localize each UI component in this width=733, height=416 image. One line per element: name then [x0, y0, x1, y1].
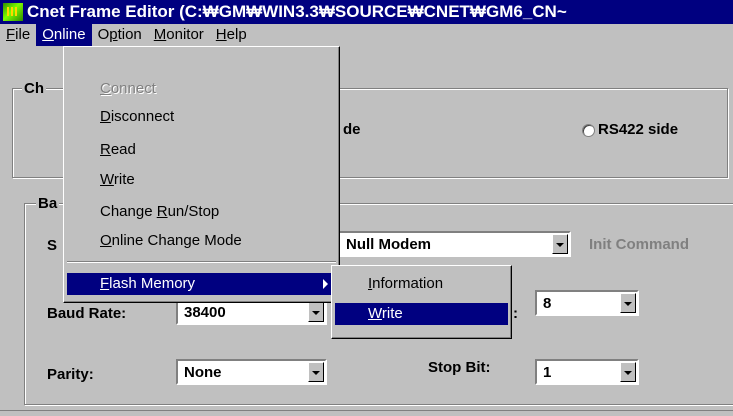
submenu-item-write[interactable]: Write [335, 303, 508, 325]
menu-item-flash-memory[interactable]: Flash Memory [67, 273, 336, 295]
menu-item-change-run-stop[interactable]: Change Run/Stop [67, 201, 336, 223]
submenu-item-information[interactable]: Information [335, 273, 508, 295]
title-bar: Cnet Frame Editor (C:₩GM₩WIN3.3₩SOURCE₩C… [0, 0, 733, 24]
data-bit-label: : [513, 305, 518, 322]
online-menu: Connect Disconnect Read Write Change Run… [63, 46, 340, 303]
app-icon [3, 3, 23, 21]
dropdown-arrow-icon[interactable] [308, 302, 324, 322]
channel-group-label: Ch [22, 80, 46, 97]
channel-side-label: de [343, 121, 361, 138]
modem-type-select[interactable]: Null Modem [338, 231, 571, 257]
baud-rate-label: Baud Rate: [47, 305, 127, 322]
dropdown-arrow-icon[interactable] [620, 362, 636, 382]
menu-bar: File Online Option Monitor Help [0, 24, 733, 46]
parity-select[interactable]: None [176, 359, 327, 385]
data-bit-select[interactable]: 8 [535, 290, 639, 316]
menu-item-disconnect[interactable]: Disconnect [67, 106, 336, 128]
menu-item-read[interactable]: Read [67, 139, 336, 161]
menu-separator [67, 261, 336, 263]
station-label: S [47, 237, 58, 254]
menu-help[interactable]: Help [210, 24, 253, 46]
stop-bit-label: Stop Bit: [428, 359, 491, 376]
menu-item-connect[interactable]: Connect [67, 78, 336, 100]
menu-item-write[interactable]: Write [67, 169, 336, 191]
submenu-arrow-icon [323, 279, 328, 289]
rs422-side-label[interactable]: RS422 side [598, 121, 678, 138]
menu-item-online-change-mode[interactable]: Online Change Mode [67, 230, 336, 252]
menu-online[interactable]: Online [36, 24, 92, 46]
status-divider [0, 410, 733, 411]
menu-monitor[interactable]: Monitor [148, 24, 210, 46]
dropdown-arrow-icon[interactable] [552, 234, 568, 254]
init-command-label: Init Command [589, 236, 689, 253]
basic-group-label: Ba [36, 195, 60, 212]
dropdown-arrow-icon[interactable] [620, 293, 636, 313]
menu-file[interactable]: File [0, 24, 36, 46]
dropdown-arrow-icon[interactable] [308, 362, 324, 382]
rs422-radio-icon[interactable] [582, 124, 595, 137]
menu-option[interactable]: Option [92, 24, 148, 46]
stop-bit-select[interactable]: 1 [535, 359, 639, 385]
parity-label: Parity: [47, 366, 94, 383]
window-title: Cnet Frame Editor (C:₩GM₩WIN3.3₩SOURCE₩C… [27, 2, 567, 21]
flash-memory-submenu: Information Write [331, 265, 512, 339]
